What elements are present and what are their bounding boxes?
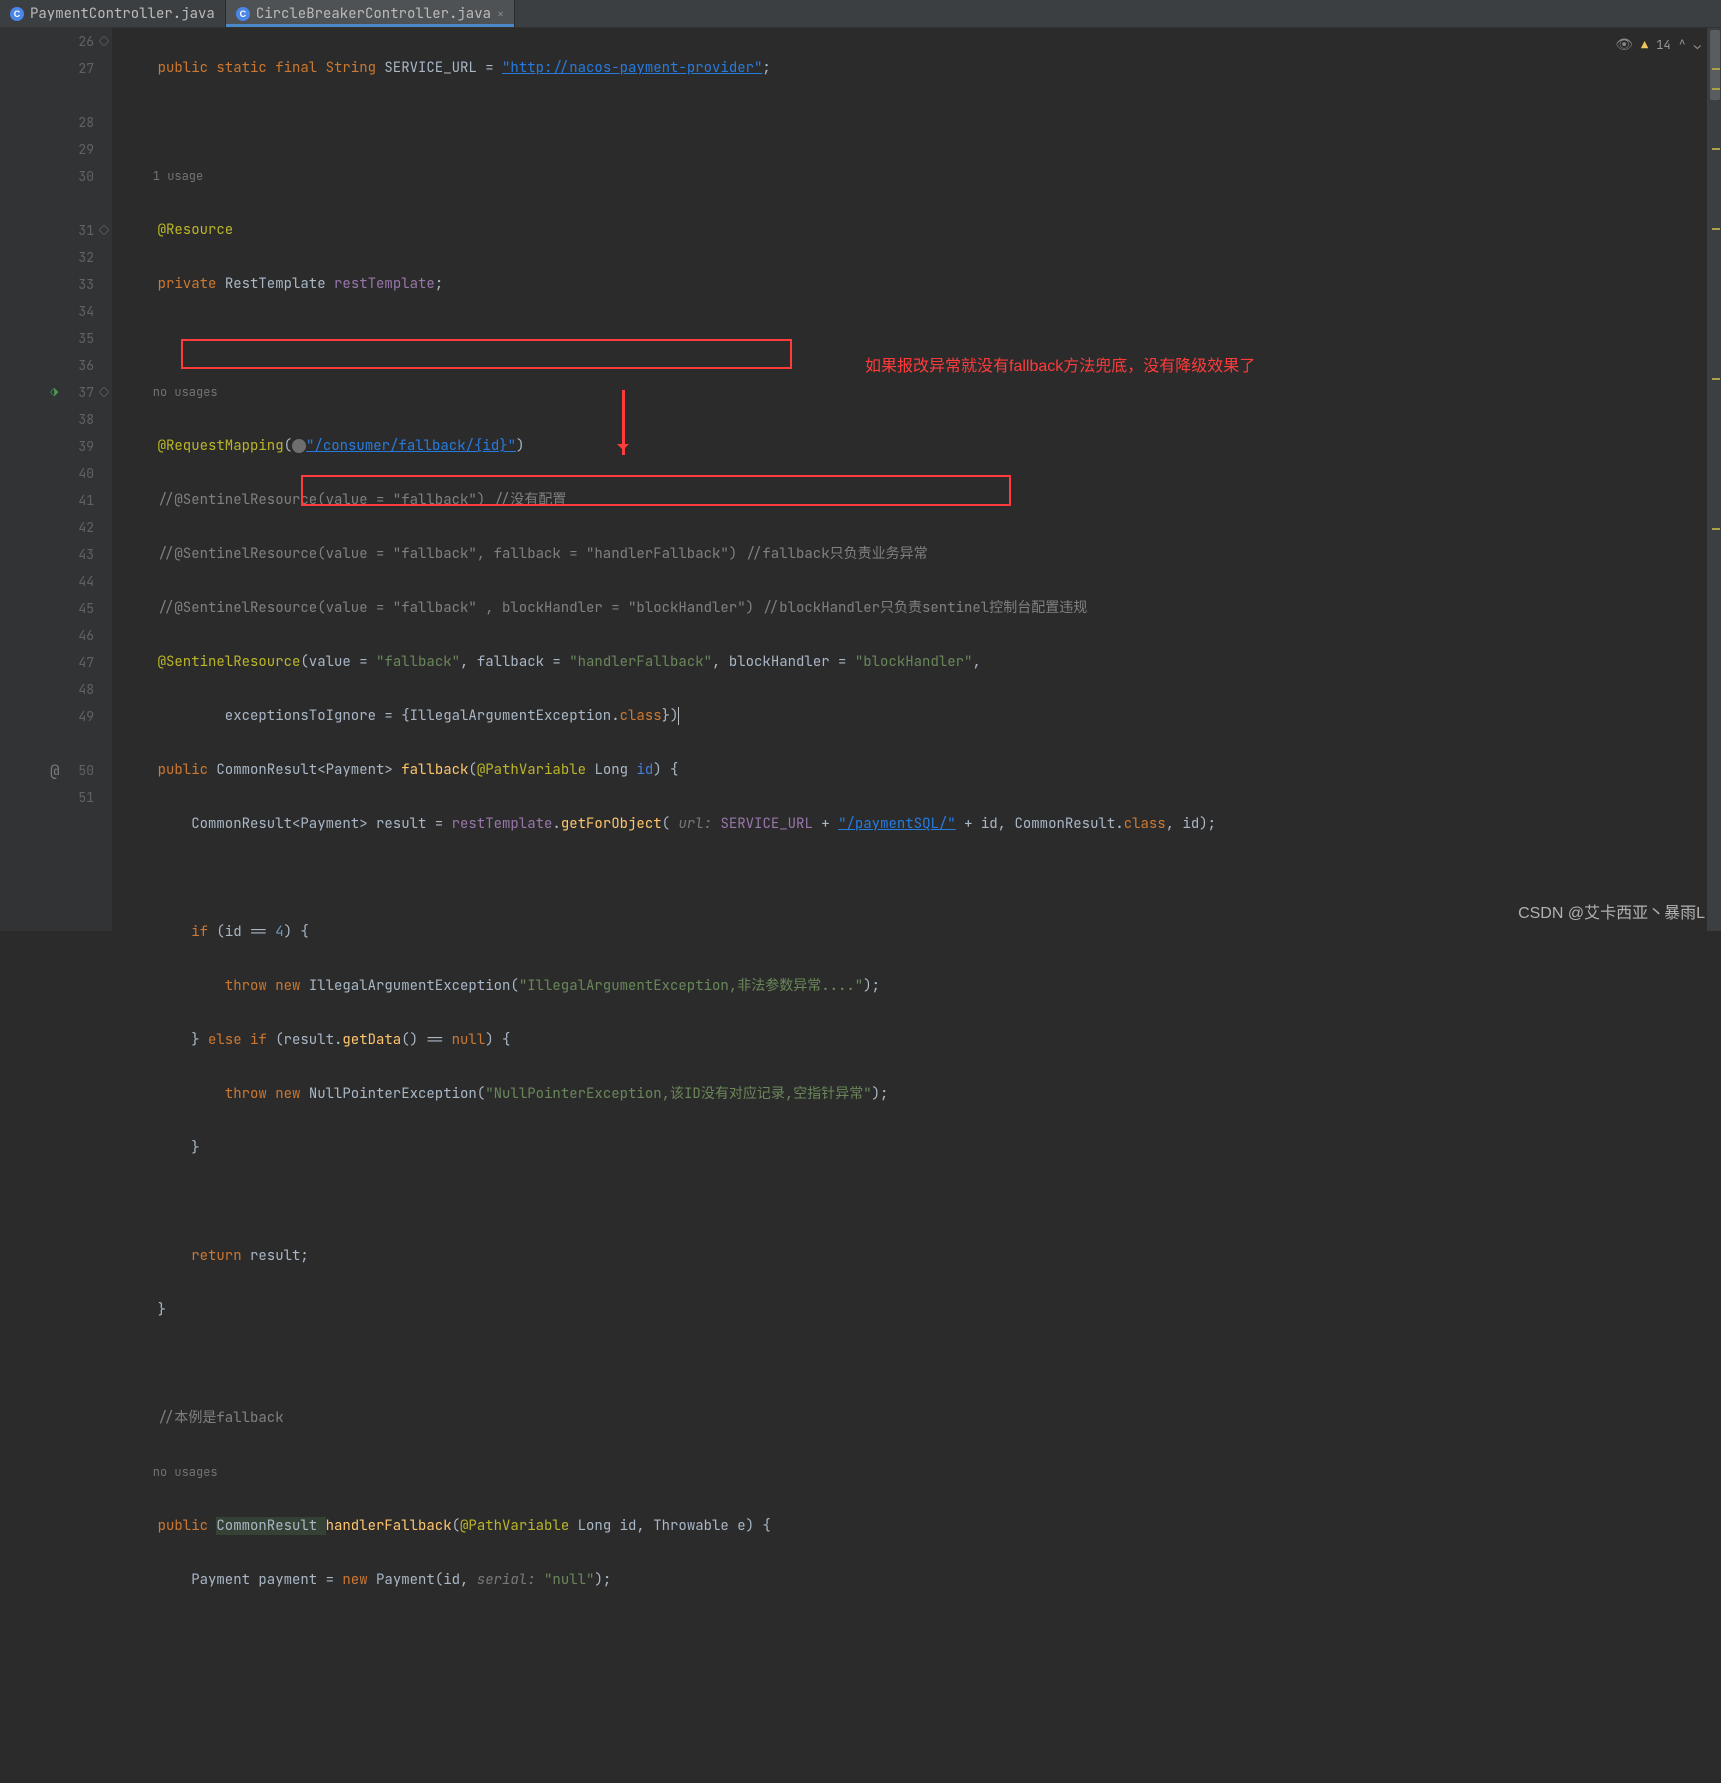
editor-tabs-bar: C PaymentController.java C CircleBreaker… bbox=[0, 0, 1721, 28]
tab-payment-controller[interactable]: C PaymentController.java bbox=[0, 0, 226, 27]
watermark: CSDN @艾卡西亚丶暴雨L bbox=[1518, 899, 1705, 923]
close-icon[interactable]: × bbox=[497, 6, 504, 22]
annotation-arrow bbox=[622, 390, 625, 455]
annotation-text: 如果报改异常就没有fallback方法兜底，没有降级效果了 bbox=[865, 353, 1255, 380]
java-class-icon: C bbox=[236, 7, 250, 21]
gutter-override-icon[interactable]: @ bbox=[50, 757, 60, 784]
usage-hint[interactable]: no usages bbox=[124, 379, 1721, 406]
java-class-icon: C bbox=[10, 7, 24, 21]
usage-hint[interactable]: no usages bbox=[124, 1459, 1721, 1486]
line-number-gutter[interactable]: 2627 282930 313233343536 ⬗37 38394041424… bbox=[0, 28, 112, 931]
tab-label: CircleBreakerController.java bbox=[256, 5, 491, 23]
usage-hint[interactable]: 1 usage bbox=[124, 163, 1721, 190]
vertical-scrollbar[interactable] bbox=[1707, 28, 1721, 931]
tab-label: PaymentController.java bbox=[30, 5, 215, 23]
gutter-run-icon[interactable]: ⬗ bbox=[50, 379, 58, 406]
tab-circlebreaker-controller[interactable]: C CircleBreakerController.java × bbox=[226, 0, 515, 27]
code-editor[interactable]: public static final String SERVICE_URL =… bbox=[112, 28, 1721, 931]
globe-icon bbox=[292, 439, 306, 453]
